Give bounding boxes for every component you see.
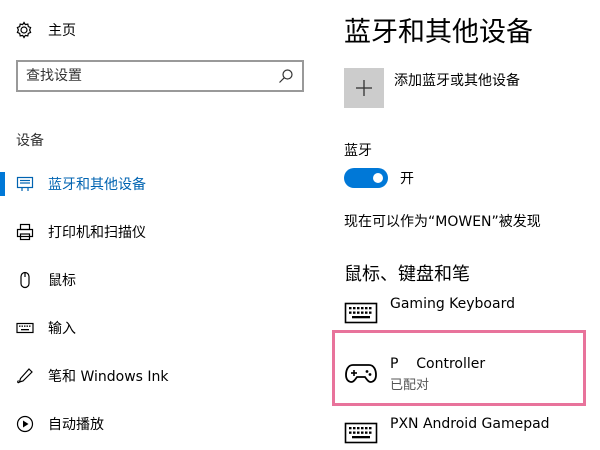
device-text: P Controller 已配对	[390, 356, 485, 393]
device-status: 已配对	[390, 378, 430, 393]
sidebar-item-label: 鼠标	[48, 273, 76, 289]
bluetooth-label: 蓝牙	[344, 143, 372, 159]
search-box[interactable]	[16, 60, 304, 92]
device-controller[interactable]: P Controller 已配对	[344, 356, 485, 393]
device-text: PXN Android Gamepad	[390, 416, 550, 432]
mouse-icon	[20, 271, 30, 289]
bluetooth-devices-icon	[16, 176, 34, 191]
sidebar-item-autoplay[interactable]: 自动播放	[0, 400, 320, 448]
search-icon[interactable]	[278, 68, 294, 84]
section-title-input-devices: 鼠标、键盘和笔	[344, 264, 470, 285]
device-name: Gaming Keyboard	[390, 296, 515, 312]
keyboard-icon	[344, 422, 378, 444]
sidebar-item-label: 输入	[48, 321, 76, 337]
gear-icon	[16, 21, 32, 39]
plus-icon	[356, 80, 372, 96]
device-text: Gaming Keyboard	[390, 296, 515, 312]
sidebar-item-label: 打印机和扫描仪	[48, 225, 146, 241]
pen-icon	[17, 368, 33, 384]
add-device-label: 添加蓝牙或其他设备	[394, 73, 520, 89]
add-device-button[interactable]: 添加蓝牙或其他设备	[344, 68, 520, 108]
add-tile[interactable]	[344, 68, 384, 108]
device-name: PXN Android Gamepad	[390, 416, 550, 432]
device-name: P Controller	[390, 356, 486, 372]
sidebar-item-typing[interactable]: 输入	[0, 304, 320, 352]
discoverable-text: 现在可以作为“MOWEN”被发现	[344, 214, 541, 230]
device-gaming-keyboard[interactable]: Gaming Keyboard	[344, 296, 515, 326]
sidebar-nav: 蓝牙和其他设备 打印机和扫描仪 鼠标 输入 笔和 Windows Ink 自动播…	[0, 160, 320, 448]
printer-icon	[16, 223, 34, 241]
device-pxn-gamepad[interactable]: PXN Android Gamepad	[344, 416, 550, 446]
bluetooth-toggle[interactable]	[344, 168, 388, 188]
keyboard-icon	[344, 302, 378, 324]
home-link[interactable]: 主页	[14, 16, 76, 44]
sidebar-item-label: 蓝牙和其他设备	[48, 177, 146, 193]
sidebar-item-label: 笔和 Windows Ink	[48, 369, 169, 385]
page-title: 蓝牙和其他设备	[344, 17, 533, 48]
keyboard-icon	[16, 322, 34, 334]
bluetooth-state: 开	[400, 171, 414, 187]
bluetooth-toggle-row: 开	[344, 168, 414, 188]
section-label-devices: 设备	[16, 133, 44, 149]
sidebar-item-pen[interactable]: 笔和 Windows Ink	[0, 352, 320, 400]
sidebar-item-mouse[interactable]: 鼠标	[0, 256, 320, 304]
sidebar-item-printers[interactable]: 打印机和扫描仪	[0, 208, 320, 256]
search-input[interactable]	[26, 68, 278, 84]
sidebar-item-label: 自动播放	[48, 417, 104, 433]
gamepad-icon	[345, 364, 377, 383]
toggle-knob	[373, 173, 383, 183]
sidebar-item-bluetooth[interactable]: 蓝牙和其他设备	[0, 160, 320, 208]
autoplay-icon	[16, 415, 34, 433]
home-label: 主页	[48, 23, 76, 39]
